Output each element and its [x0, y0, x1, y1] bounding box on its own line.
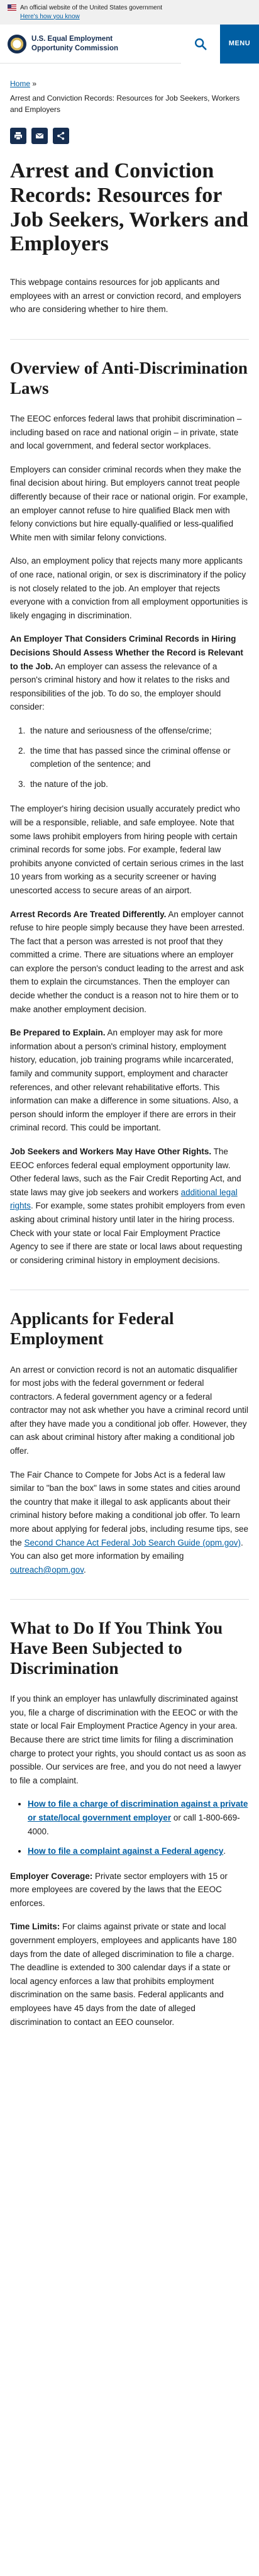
fair-chance-end: . [84, 1564, 86, 1575]
list-item: How to file a charge of discrimination a… [28, 1797, 249, 1838]
consideration-list: the nature and seriousness of the offens… [28, 724, 249, 791]
breadcrumb-separator: » [32, 79, 37, 88]
print-button[interactable] [10, 128, 26, 145]
federal-heading: Applicants for Federal Employment [10, 1309, 174, 1348]
overview-paragraph: An Employer That Considers Criminal Reco… [10, 632, 249, 714]
us-flag-icon [8, 4, 16, 11]
be-prepared-bold-lead: Be Prepared to Explain. [10, 1028, 106, 1038]
opm-email-link[interactable]: outreach@opm.gov [10, 1565, 84, 1575]
main-content: Arrest and Conviction Records: Resources… [0, 159, 259, 2064]
overview-section: Overview of Anti-Discrimination Laws The… [10, 359, 249, 1267]
eeoc-seal-icon[interactable] [8, 34, 26, 53]
logo-line-1: U.S. Equal Employment [31, 35, 113, 43]
federal-complaint-suffix: . [223, 1846, 226, 1856]
overview-paragraph: Arrest Records Are Treated Differently. … [10, 908, 249, 1017]
print-icon [14, 132, 22, 140]
other-rights-text-2: . For example, some states prohibit empl… [10, 1201, 245, 1265]
fair-chance-text: The Fair Chance to Compete for Jobs Act … [10, 1469, 248, 1547]
site-header: U.S. Equal Employment Opportunity Commis… [0, 24, 259, 64]
overview-paragraph: Be Prepared to Explain. An employer may … [10, 1026, 249, 1135]
be-prepared-text: An employer may ask for more information… [10, 1028, 238, 1133]
page-title: Arrest and Conviction Records: Resources… [10, 159, 249, 256]
logo-line-2: Opportunity Commission [31, 44, 118, 52]
discrimination-section: What to Do If You Think You Have Been Su… [10, 1619, 249, 2029]
filing-links-list: How to file a charge of discrimination a… [28, 1797, 249, 1858]
arrest-records-bold-lead: Arrest Records Are Treated Differently. [10, 909, 167, 919]
other-rights-bold-lead: Job Seekers and Workers May Have Other R… [10, 1147, 212, 1157]
time-limits-text: For claims against private or state and … [10, 1922, 237, 2027]
heres-how-you-know-link[interactable]: Here's how you know [20, 13, 162, 21]
breadcrumb-home-link[interactable]: Home [10, 79, 30, 88]
section-divider [10, 338, 249, 340]
breadcrumb-current: Arrest and Conviction Records: Resources… [10, 94, 240, 114]
share-button[interactable] [53, 128, 69, 145]
list-item: How to file a complaint against a Federa… [28, 1844, 249, 1858]
employer-coverage-bold-lead: Employer Coverage: [10, 1871, 93, 1881]
email-button[interactable] [31, 128, 48, 145]
page-lede: This webpage contains resources for job … [10, 277, 241, 315]
overview-paragraph: Employers can consider criminal records … [10, 464, 248, 542]
section-divider [10, 1599, 249, 1600]
federal-section: Applicants for Federal Employment An arr… [10, 1309, 249, 1576]
discrimination-paragraph: Employer Coverage: Private sector employ… [10, 1870, 249, 1910]
discrimination-paragraph: If you think an employer has unlawfully … [10, 1694, 246, 1785]
share-icon [57, 131, 65, 140]
federal-paragraph: An arrest or conviction record is not an… [10, 1364, 248, 1456]
overview-heading: Overview of Anti-Discrimination Laws [10, 358, 248, 398]
breadcrumb: Home » Arrest and Conviction Records: Re… [0, 64, 259, 115]
list-item: the time that has passed since the crimi… [28, 744, 249, 771]
federal-paragraph: The Fair Chance to Compete for Jobs Act … [10, 1468, 249, 1577]
gov-banner-text: An official website of the United States… [20, 4, 163, 11]
federal-complaint-link[interactable]: How to file a complaint against a Federa… [28, 1846, 223, 1856]
menu-button[interactable]: MENU [220, 24, 259, 64]
search-button[interactable] [181, 24, 220, 64]
overview-paragraph: The EEOC enforces federal laws that proh… [10, 414, 242, 451]
discrimination-paragraph: Time Limits: For claims against private … [10, 1920, 249, 2029]
time-limits-bold-lead: Time Limits: [10, 1922, 60, 1932]
share-toolbar [0, 115, 259, 145]
arrest-records-text: An employer cannot refuse to hire people… [10, 909, 245, 1014]
overview-paragraph: The employer's hiring decision usually a… [10, 804, 244, 895]
search-icon [195, 38, 207, 50]
overview-paragraph: Also, an employment policy that rejects … [10, 556, 248, 620]
site-logo[interactable]: U.S. Equal Employment Opportunity Commis… [31, 35, 181, 53]
overview-paragraph: Job Seekers and Workers May Have Other R… [10, 1145, 249, 1267]
discrimination-heading: What to Do If You Think You Have Been Su… [10, 1619, 223, 1678]
list-item: the nature of the job. [28, 778, 249, 791]
email-icon [35, 133, 44, 139]
job-search-guide-link[interactable]: Second Chance Act Federal Job Search Gui… [25, 1538, 241, 1547]
gov-banner: An official website of the United States… [0, 0, 259, 25]
list-item: the nature and seriousness of the offens… [28, 724, 249, 738]
